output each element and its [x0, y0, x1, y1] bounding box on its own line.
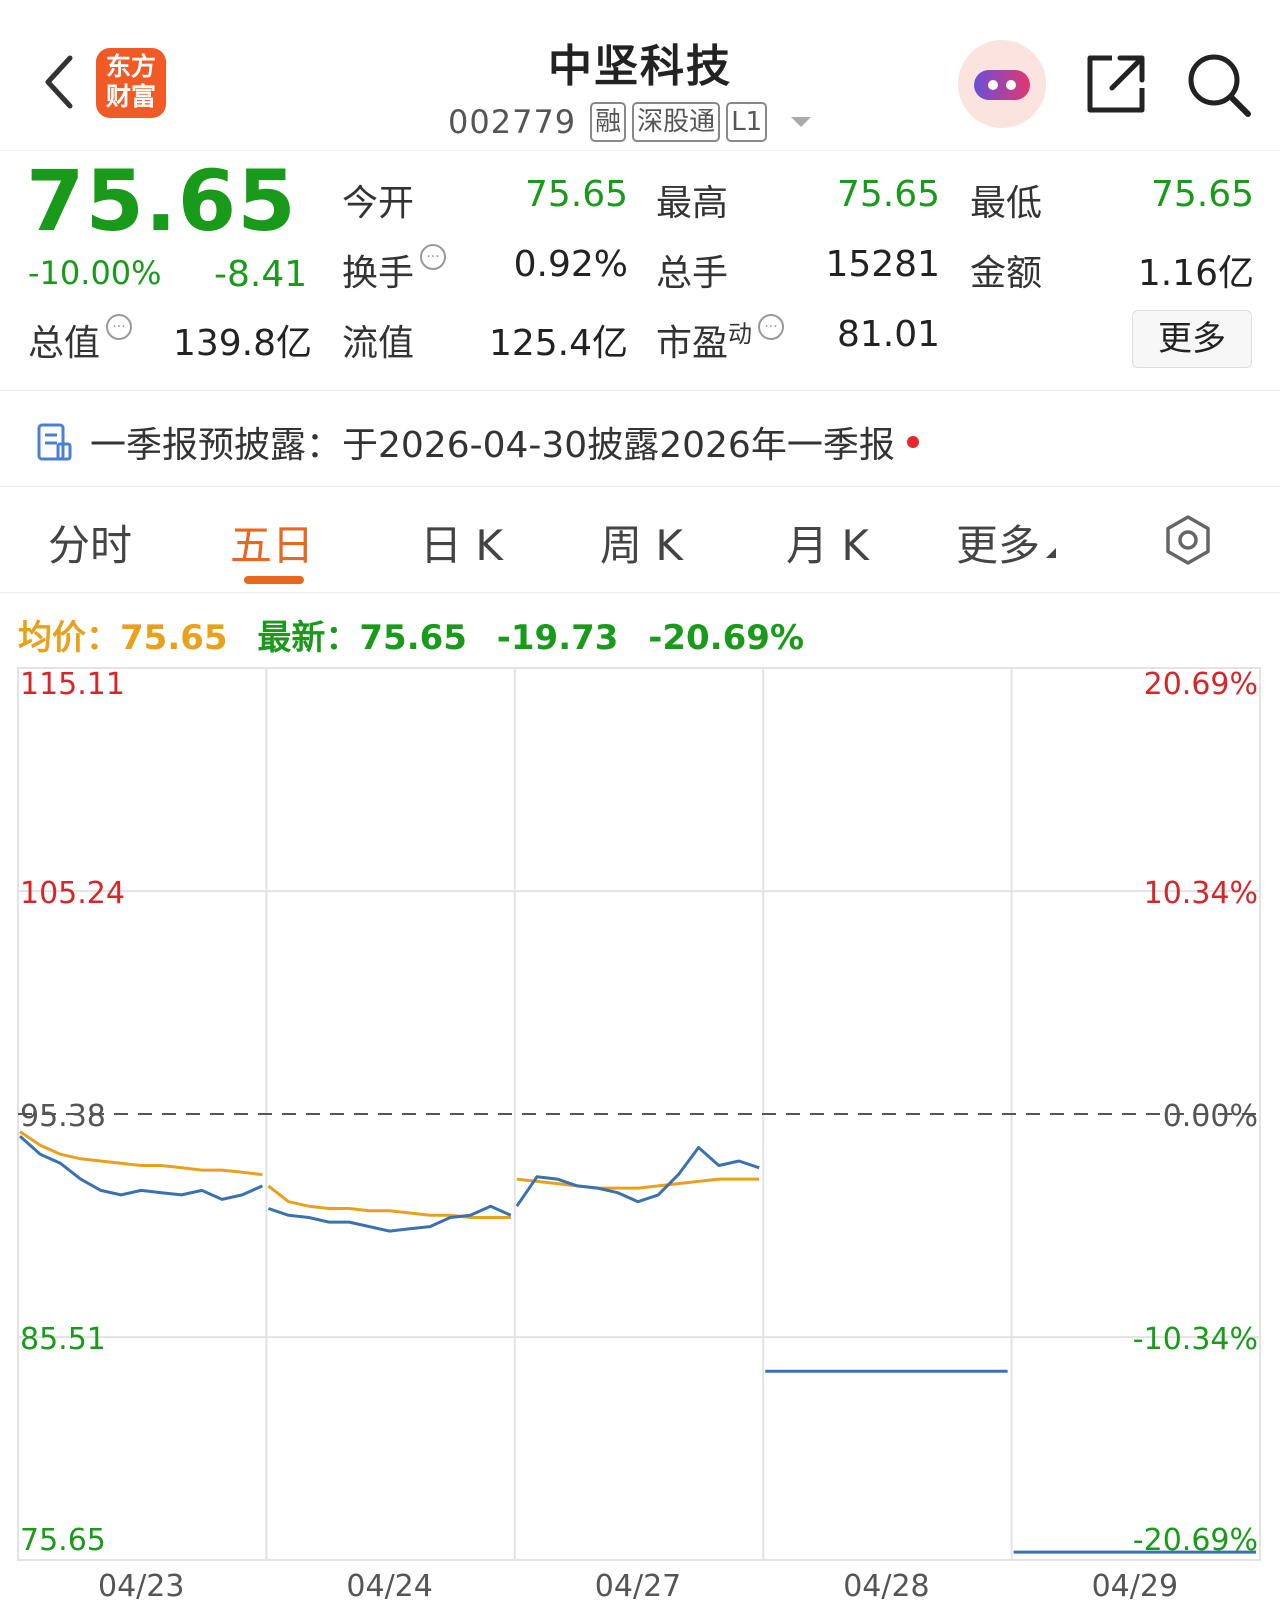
app-header: 东方 财富 中坚科技 002779 融 深股通 L1	[0, 0, 1280, 151]
y-tick-right: -10.34%	[1133, 1322, 1258, 1357]
chart-frame	[17, 667, 1261, 1561]
five-day-chart[interactable]: 115.11 20.69% 105.24 10.34% 95.38 0.00% 85.51 -…	[0, 660, 1280, 1605]
info-icon[interactable]: ···	[420, 244, 447, 270]
stock-code-row[interactable]: 002779 融 深股通 L1	[448, 100, 812, 144]
latest-change: -19.73	[496, 618, 619, 658]
notice-text: 一季报预披露：于2026-04-30披露2026年一季报	[90, 425, 895, 466]
volume-label: 总手	[656, 253, 729, 294]
active-tab-indicator	[244, 576, 304, 584]
avg-label: 均价：	[18, 618, 120, 658]
robot-face	[974, 70, 1030, 100]
unread-dot	[906, 436, 919, 448]
float-label: 流值	[342, 323, 415, 364]
tab-more[interactable]: 更多	[956, 512, 1058, 573]
ai-assistant-icon[interactable]	[958, 40, 1046, 128]
chart-legend: 均价：75.65 最新：75.65 -19.73 -20.69%	[18, 610, 804, 659]
y-tick-left: 75.65	[20, 1523, 106, 1558]
earnings-notice[interactable]: 一季报预披露：于2026-04-30披露2026年一季报	[36, 412, 919, 472]
chart-labels: 115.11 20.69% 105.24 10.34% 95.38 0.00% 85.51 -…	[20, 667, 1258, 1604]
y-tick-right: 20.69%	[1144, 667, 1258, 702]
search-icon[interactable]	[1186, 52, 1252, 118]
tab-intraday[interactable]: 分时	[48, 512, 132, 573]
low-label: 最低	[970, 183, 1043, 224]
avg-line-day-04/27	[516, 1177, 760, 1190]
divider	[0, 592, 1280, 593]
volume-value: 15281	[825, 244, 940, 285]
x-tick-label: 04/23	[98, 1569, 184, 1604]
chevron-down-icon[interactable]	[791, 117, 812, 127]
pe-superscript: 动	[728, 320, 753, 348]
y-tick-right: -20.69%	[1133, 1523, 1258, 1558]
tab-five-day[interactable]: 五日	[230, 512, 314, 573]
divider	[0, 486, 1280, 487]
settings-icon[interactable]	[1162, 514, 1214, 566]
avg-value: 75.65	[120, 618, 228, 658]
x-tick-label: 04/29	[1092, 1569, 1178, 1604]
connect-tag: 深股通	[632, 102, 721, 142]
y-tick-left: 115.11	[20, 667, 125, 702]
margin-tag: 融	[590, 102, 627, 142]
back-icon[interactable]	[40, 52, 80, 112]
y-tick-left: 85.51	[20, 1322, 106, 1357]
pe-label-text: 市盈	[656, 323, 729, 364]
open-label: 今开	[342, 183, 415, 224]
x-tick-label: 04/24	[346, 1569, 432, 1604]
avg-line-day-04/23	[19, 1130, 263, 1177]
pe-value: 81.01	[836, 314, 940, 355]
mktcap-value: 139.8亿	[172, 323, 312, 364]
level-tag: L1	[726, 102, 768, 142]
x-tick-label: 04/27	[595, 1569, 681, 1604]
chart-lines	[19, 1130, 1256, 1554]
stock-code: 002779	[448, 103, 577, 141]
high-value: 75.65	[836, 174, 940, 215]
pe-label: 市盈动 ···	[656, 314, 785, 366]
latest-label: 最新：	[257, 618, 360, 658]
turnover-label: 换手 ···	[342, 244, 447, 296]
y-tick-right: 10.34%	[1144, 876, 1258, 911]
tab-monthly-k[interactable]: 月 K	[786, 512, 869, 573]
high-label: 最高	[656, 183, 729, 224]
open-value: 75.65	[524, 174, 628, 215]
price-line-day-04/23	[19, 1135, 264, 1201]
latest-value: 75.65	[359, 618, 467, 658]
divider	[0, 390, 1280, 391]
tab-weekly-k[interactable]: 周 K	[600, 512, 683, 573]
amount-value: 1.16亿	[1137, 253, 1254, 294]
x-tick-label: 04/28	[843, 1569, 929, 1604]
y-tick-left: 105.24	[20, 876, 125, 911]
logo-text-top: 东方	[105, 52, 156, 81]
corner-triangle-icon	[1046, 548, 1057, 558]
tab-more-label: 更多	[956, 521, 1041, 570]
price-line-day-04/27	[515, 1146, 760, 1208]
change-percent: -10.00%	[28, 254, 162, 292]
change-amount: -8.41	[214, 254, 308, 295]
low-value: 75.65	[1150, 174, 1254, 215]
info-icon[interactable]: ···	[106, 314, 133, 340]
stock-name: 中坚科技	[548, 41, 732, 92]
share-icon[interactable]	[1084, 52, 1148, 116]
chart-grid	[17, 667, 1261, 1561]
current-price: 75.65	[26, 152, 297, 250]
float-value: 125.4亿	[488, 323, 628, 364]
latest-percent: -20.69%	[648, 618, 805, 658]
logo-text-bottom: 财富	[105, 82, 156, 111]
y-tick-right: 0.00%	[1163, 1099, 1258, 1134]
mktcap-label: 总值 ···	[28, 314, 133, 366]
more-quote-button[interactable]: 更多	[1132, 310, 1252, 368]
mktcap-label-text: 总值	[28, 323, 101, 364]
app-logo[interactable]: 东方 财富	[96, 48, 166, 118]
document-icon	[37, 423, 72, 461]
tab-daily-k[interactable]: 日 K	[420, 512, 503, 573]
robot-eye-icon	[1006, 80, 1016, 90]
amount-label: 金额	[970, 253, 1043, 294]
turnover-label-text: 换手	[342, 253, 415, 294]
turnover-value: 0.92%	[513, 244, 628, 285]
robot-eye-icon	[988, 80, 998, 90]
y-tick-left: 95.38	[20, 1099, 106, 1134]
